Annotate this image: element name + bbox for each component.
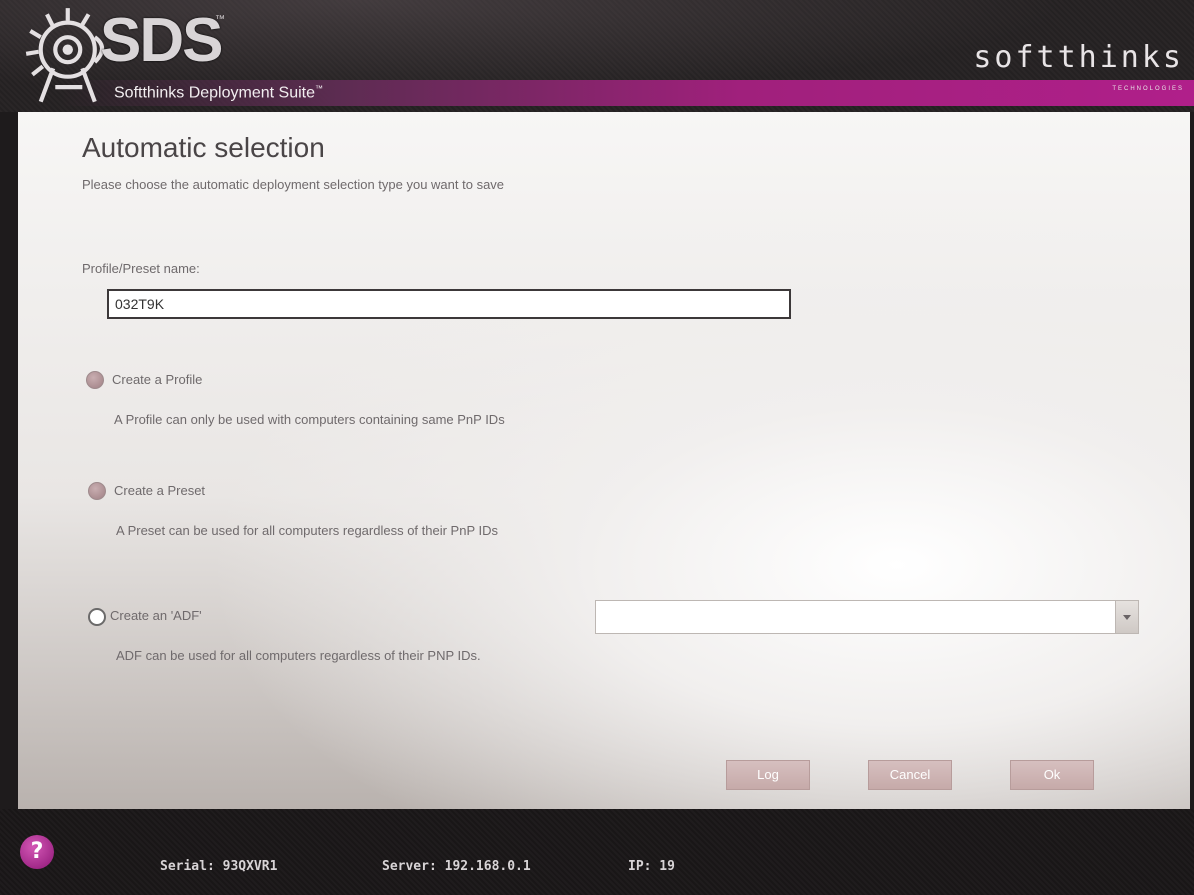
server-info: Server: 192.168.0.1 bbox=[382, 859, 531, 874]
create-adf-radio[interactable] bbox=[88, 608, 106, 626]
create-adf-label[interactable]: Create an 'ADF' bbox=[110, 608, 202, 623]
create-profile-label[interactable]: Create a Profile bbox=[112, 372, 202, 387]
profile-name-input[interactable] bbox=[107, 289, 791, 319]
page-subtitle: Please choose the automatic deployment s… bbox=[82, 177, 505, 192]
brand-logo: softthinks bbox=[973, 40, 1184, 75]
create-preset-description: A Preset can be used for all computers r… bbox=[116, 523, 499, 538]
ok-button[interactable]: Ok bbox=[1010, 760, 1094, 790]
create-profile-radio[interactable] bbox=[86, 371, 104, 389]
profile-name-label: Profile/Preset name: bbox=[82, 261, 200, 276]
status-footer: ? Serial: 93QXVR1 Server: 192.168.0.1 IP… bbox=[0, 809, 1194, 895]
log-button[interactable]: Log bbox=[726, 760, 810, 790]
create-profile-description: A Profile can only be used with computer… bbox=[114, 412, 505, 427]
serial-info: Serial: 93QXVR1 bbox=[160, 859, 278, 874]
cancel-button[interactable]: Cancel bbox=[868, 760, 952, 790]
logo-trademark: ™ bbox=[215, 14, 225, 25]
page-title: Automatic selection bbox=[82, 132, 325, 163]
suite-name-text: Softthinks Deployment Suite bbox=[114, 84, 315, 102]
sds-logo-text: SDS bbox=[100, 6, 223, 75]
ip-info: IP: 19 bbox=[628, 859, 675, 874]
brand-subtitle: TECHNOLOGIES bbox=[1112, 86, 1184, 92]
suite-trademark: ™ bbox=[315, 84, 323, 93]
help-icon[interactable]: ? bbox=[20, 835, 54, 869]
chevron-down-icon[interactable] bbox=[1115, 601, 1138, 633]
app-header: SDS ™ Softthinks Deployment Suite™ softt… bbox=[0, 0, 1194, 112]
main-panel: Automatic selection Please choose the au… bbox=[18, 112, 1190, 809]
create-preset-label[interactable]: Create a Preset bbox=[114, 483, 205, 498]
create-adf-description: ADF can be used for all computers regard… bbox=[116, 648, 481, 663]
suite-name: Softthinks Deployment Suite™ bbox=[114, 84, 323, 102]
create-preset-radio[interactable] bbox=[88, 482, 106, 500]
adf-select-dropdown[interactable] bbox=[595, 600, 1139, 634]
